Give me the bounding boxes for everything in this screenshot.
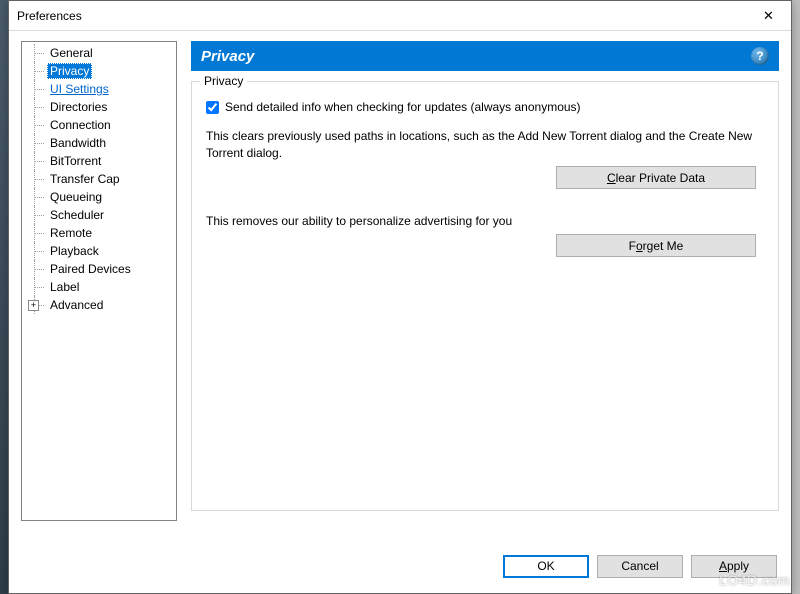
tree-item-general[interactable]: General xyxy=(24,44,174,62)
settings-panel: Privacy ? Privacy Send detailed info whe… xyxy=(191,41,779,547)
tree-item-label: Advanced xyxy=(50,298,103,312)
send-detailed-info-checkbox[interactable] xyxy=(206,101,219,114)
tree-item-label: UI Settings xyxy=(50,82,109,96)
tree-item-label: Remote xyxy=(50,226,92,240)
window-title: Preferences xyxy=(17,9,746,23)
preferences-dialog: Preferences ✕ General Privacy UI Settings D… xyxy=(8,0,792,594)
forget-me-desc: This removes our ability to personalize … xyxy=(206,213,756,230)
tree-item-label: Paired Devices xyxy=(50,262,131,276)
background-strip xyxy=(0,0,8,594)
category-tree[interactable]: General Privacy UI Settings Directories Conn… xyxy=(21,41,177,521)
tree-item-advanced[interactable]: + Advanced xyxy=(24,296,174,314)
apply-button[interactable]: Apply xyxy=(691,555,777,578)
tree-item-label: Label xyxy=(50,280,79,294)
tree-item-connection[interactable]: Connection xyxy=(24,116,174,134)
tree-item-bandwidth[interactable]: Bandwidth xyxy=(24,134,174,152)
cancel-button[interactable]: Cancel xyxy=(597,555,683,578)
tree-item-directories[interactable]: Directories xyxy=(24,98,174,116)
dialog-footer: OK Cancel Apply xyxy=(9,547,791,593)
tree-item-label: Transfer Cap xyxy=(50,172,120,186)
tree-item-label: General xyxy=(50,46,93,60)
tree-item-label: Scheduler xyxy=(50,208,104,222)
clear-private-desc: This clears previously used paths in loc… xyxy=(206,128,756,162)
privacy-group: Privacy Send detailed info when checking… xyxy=(191,81,779,511)
group-legend: Privacy xyxy=(200,74,247,88)
tree-item-label: BitTorrent xyxy=(50,154,101,168)
clear-private-data-button[interactable]: Clear Private Data xyxy=(556,166,756,189)
send-detailed-info-row[interactable]: Send detailed info when checking for upd… xyxy=(206,100,764,114)
dialog-body: General Privacy UI Settings Directories Conn… xyxy=(9,31,791,547)
tree-item-privacy[interactable]: Privacy xyxy=(24,62,174,80)
help-icon[interactable]: ? xyxy=(751,47,769,65)
tree-item-label: Queueing xyxy=(50,190,102,204)
ok-button[interactable]: OK xyxy=(503,555,589,578)
tree-item-label: Connection xyxy=(50,118,111,132)
tree-item-label: Playback xyxy=(50,244,99,258)
close-icon: ✕ xyxy=(763,8,774,24)
checkbox-label: Send detailed info when checking for upd… xyxy=(225,100,581,114)
panel-header: Privacy ? xyxy=(191,41,779,71)
tree-item-label: Privacy xyxy=(47,63,92,79)
tree-item-label: Bandwidth xyxy=(50,136,106,150)
tree-item-playback[interactable]: Playback xyxy=(24,242,174,260)
forget-me-button[interactable]: Forget Me xyxy=(556,234,756,257)
tree-item-queueing[interactable]: Queueing xyxy=(24,188,174,206)
tree-item-remote[interactable]: Remote xyxy=(24,224,174,242)
tree-item-scheduler[interactable]: Scheduler xyxy=(24,206,174,224)
tree-item-transfer-cap[interactable]: Transfer Cap xyxy=(24,170,174,188)
titlebar: Preferences ✕ xyxy=(9,1,791,31)
close-button[interactable]: ✕ xyxy=(746,1,791,30)
expander-icon[interactable]: + xyxy=(28,300,39,311)
panel-title: Privacy xyxy=(201,48,254,65)
tree-item-ui-settings[interactable]: UI Settings xyxy=(24,80,174,98)
tree-item-label: Directories xyxy=(50,100,107,114)
tree-item-bittorrent[interactable]: BitTorrent xyxy=(24,152,174,170)
tree-item-label[interactable]: Label xyxy=(24,278,174,296)
tree-item-paired-devices[interactable]: Paired Devices xyxy=(24,260,174,278)
